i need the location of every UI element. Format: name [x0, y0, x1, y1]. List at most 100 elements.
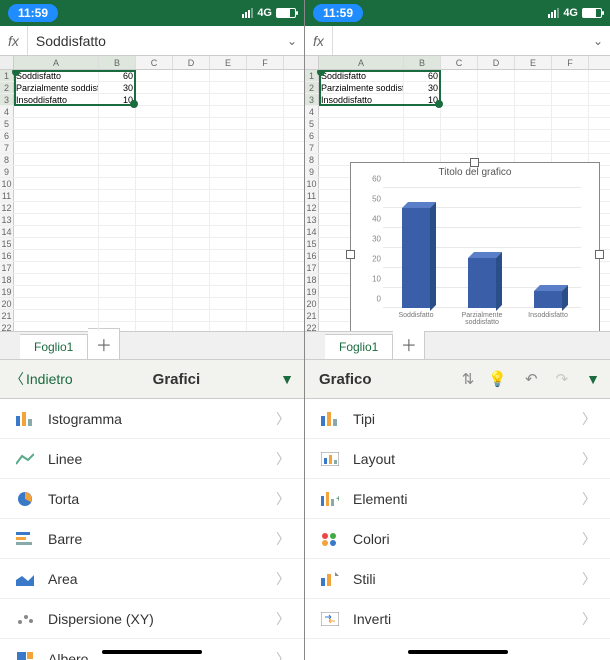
status-time: 11:59 — [8, 4, 58, 22]
chart-y-axis: 0 10 20 30 40 50 60 — [357, 188, 381, 308]
list-item-colori[interactable]: Colori〉 — [305, 519, 610, 559]
svg-text:+: + — [336, 494, 339, 505]
list-item-tipi[interactable]: Tipi〉 — [305, 399, 610, 439]
list-item-layout[interactable]: Layout〉 — [305, 439, 610, 479]
cell-a1[interactable]: Soddisfatto — [14, 70, 99, 81]
cell-b1[interactable]: 60 — [99, 70, 136, 81]
list-item-barre[interactable]: Barre〉 — [0, 519, 304, 559]
col-header-e[interactable]: E — [210, 56, 247, 69]
battery-icon — [276, 8, 296, 18]
cell-b3[interactable]: 10 — [99, 94, 136, 105]
chevron-right-icon: 〉 — [582, 449, 596, 469]
status-time: 11:59 — [313, 4, 363, 22]
battery-icon — [582, 8, 602, 18]
redo-icon[interactable]: ↷ — [556, 370, 569, 388]
formula-dropdown-icon[interactable]: ⌄ — [280, 34, 304, 48]
network-label: 4G — [257, 7, 272, 19]
chart-type-list: Istogramma〉 Linee〉 Torta〉 Barre〉 Area〉 D… — [0, 399, 304, 660]
cell-b3[interactable]: 10 — [404, 94, 441, 105]
col-header-b[interactable]: B — [404, 56, 441, 69]
add-sheet-button[interactable]: ＋ — [88, 328, 120, 359]
chart-plot-area: 0 10 20 30 40 50 60 — [383, 188, 581, 308]
col-header-a[interactable]: A — [319, 56, 404, 69]
col-header-c[interactable]: C — [441, 56, 478, 69]
chevron-left-icon: 〈 — [10, 369, 24, 389]
sheet-tabs: Foglio1 ＋ — [305, 331, 610, 359]
status-right: 4G — [548, 7, 602, 19]
cell-a1[interactable]: Soddisfatto — [319, 70, 404, 81]
formula-bar[interactable]: fx Soddisfatto ⌄ — [0, 26, 304, 56]
panel-dropdown-icon[interactable]: ▼ — [586, 371, 600, 387]
spreadsheet-grid[interactable]: 1Soddisfatto60 2Parzialmente soddisfatto… — [0, 70, 304, 331]
formula-dropdown-icon[interactable]: ⌄ — [586, 34, 610, 48]
cell-a3[interactable]: Insoddisfatto — [14, 94, 99, 105]
select-all-corner[interactable] — [305, 56, 319, 69]
column-headers: A B C D E F — [0, 56, 304, 70]
back-label: Indietro — [26, 371, 73, 387]
left-screenshot: 11:59 4G fx Soddisfatto ⌄ A B C D E F 1S… — [0, 0, 305, 660]
sheet-tab-active[interactable]: Foglio1 — [20, 334, 88, 359]
home-indicator[interactable] — [408, 650, 508, 654]
cell-a3[interactable]: Insoddisfatto — [319, 94, 404, 105]
list-item-area[interactable]: Area〉 — [0, 559, 304, 599]
formula-bar[interactable]: fx ⌄ — [305, 26, 610, 56]
cell-b2[interactable]: 30 — [404, 82, 441, 93]
list-item-stili[interactable]: Stili〉 — [305, 559, 610, 599]
back-button[interactable]: 〈 Indietro — [10, 369, 73, 389]
panel-dropdown-icon[interactable]: ▼ — [280, 371, 294, 387]
home-indicator[interactable] — [102, 650, 202, 654]
chart-bar — [468, 258, 496, 308]
list-item-torta[interactable]: Torta〉 — [0, 479, 304, 519]
cell-a2[interactable]: Parzialmente soddisfatto — [319, 82, 404, 93]
chevron-right-icon: 〉 — [582, 569, 596, 589]
scatter-chart-icon — [14, 612, 36, 626]
list-item-inverti[interactable]: Inverti〉 — [305, 599, 610, 639]
bar-chart-icon — [319, 412, 341, 426]
chart-bar — [534, 291, 562, 308]
network-label: 4G — [563, 7, 578, 19]
col-header-d[interactable]: D — [478, 56, 515, 69]
formula-value[interactable]: Soddisfatto — [28, 33, 280, 49]
signal-icon — [548, 8, 559, 18]
col-header-e[interactable]: E — [515, 56, 552, 69]
resize-handle-icon[interactable] — [346, 250, 355, 259]
undo-icon[interactable]: ↶ — [525, 370, 538, 388]
cell-b2[interactable]: 30 — [99, 82, 136, 93]
col-header-f[interactable]: F — [247, 56, 284, 69]
fx-label: fx — [305, 26, 333, 55]
sort-icon[interactable]: ⇅ — [462, 370, 475, 388]
col-header-c[interactable]: C — [136, 56, 173, 69]
spreadsheet-grid[interactable]: 1Soddisfatto60 2Parzialmente soddisfatto… — [305, 70, 610, 331]
select-all-corner[interactable] — [0, 56, 14, 69]
chart-bar — [402, 208, 430, 308]
sheet-tabs: Foglio1 ＋ — [0, 331, 304, 359]
col-header-f[interactable]: F — [552, 56, 589, 69]
list-item-linee[interactable]: Linee〉 — [0, 439, 304, 479]
panel-title[interactable]: Grafico — [315, 371, 462, 388]
list-item-istogramma[interactable]: Istogramma〉 — [0, 399, 304, 439]
list-item-dispersione[interactable]: Dispersione (XY)〉 — [0, 599, 304, 639]
chart-x-labels: Soddisfatto Parzialmente soddisfatto Ins… — [383, 312, 581, 326]
chevron-right-icon: 〉 — [582, 609, 596, 629]
status-bar: 11:59 4G — [0, 0, 304, 26]
resize-handle-icon[interactable] — [595, 250, 604, 259]
col-header-d[interactable]: D — [173, 56, 210, 69]
cell-a2[interactable]: Parzialmente soddisfatto — [14, 82, 99, 93]
swap-icon — [319, 612, 341, 626]
styles-icon — [319, 572, 341, 586]
sheet-tab-active[interactable]: Foglio1 — [325, 334, 393, 359]
cell-b1[interactable]: 60 — [404, 70, 441, 81]
col-header-a[interactable]: A — [14, 56, 99, 69]
column-headers: A B C D E F — [305, 56, 610, 70]
list-item-elementi[interactable]: +Elementi〉 — [305, 479, 610, 519]
chart-object[interactable]: Titolo del grafico 0 10 20 30 40 50 60 — [350, 162, 600, 331]
chevron-right-icon: 〉 — [276, 609, 290, 629]
col-header-b[interactable]: B — [99, 56, 136, 69]
area-chart-icon — [14, 572, 36, 586]
signal-icon — [242, 8, 253, 18]
right-screenshot: 11:59 4G fx ⌄ A B C D E F 1Soddisfatto60… — [305, 0, 610, 660]
resize-handle-icon[interactable] — [470, 158, 479, 167]
chevron-right-icon: 〉 — [276, 489, 290, 509]
add-sheet-button[interactable]: ＋ — [393, 328, 425, 359]
lightbulb-icon[interactable]: 💡 — [488, 370, 507, 388]
